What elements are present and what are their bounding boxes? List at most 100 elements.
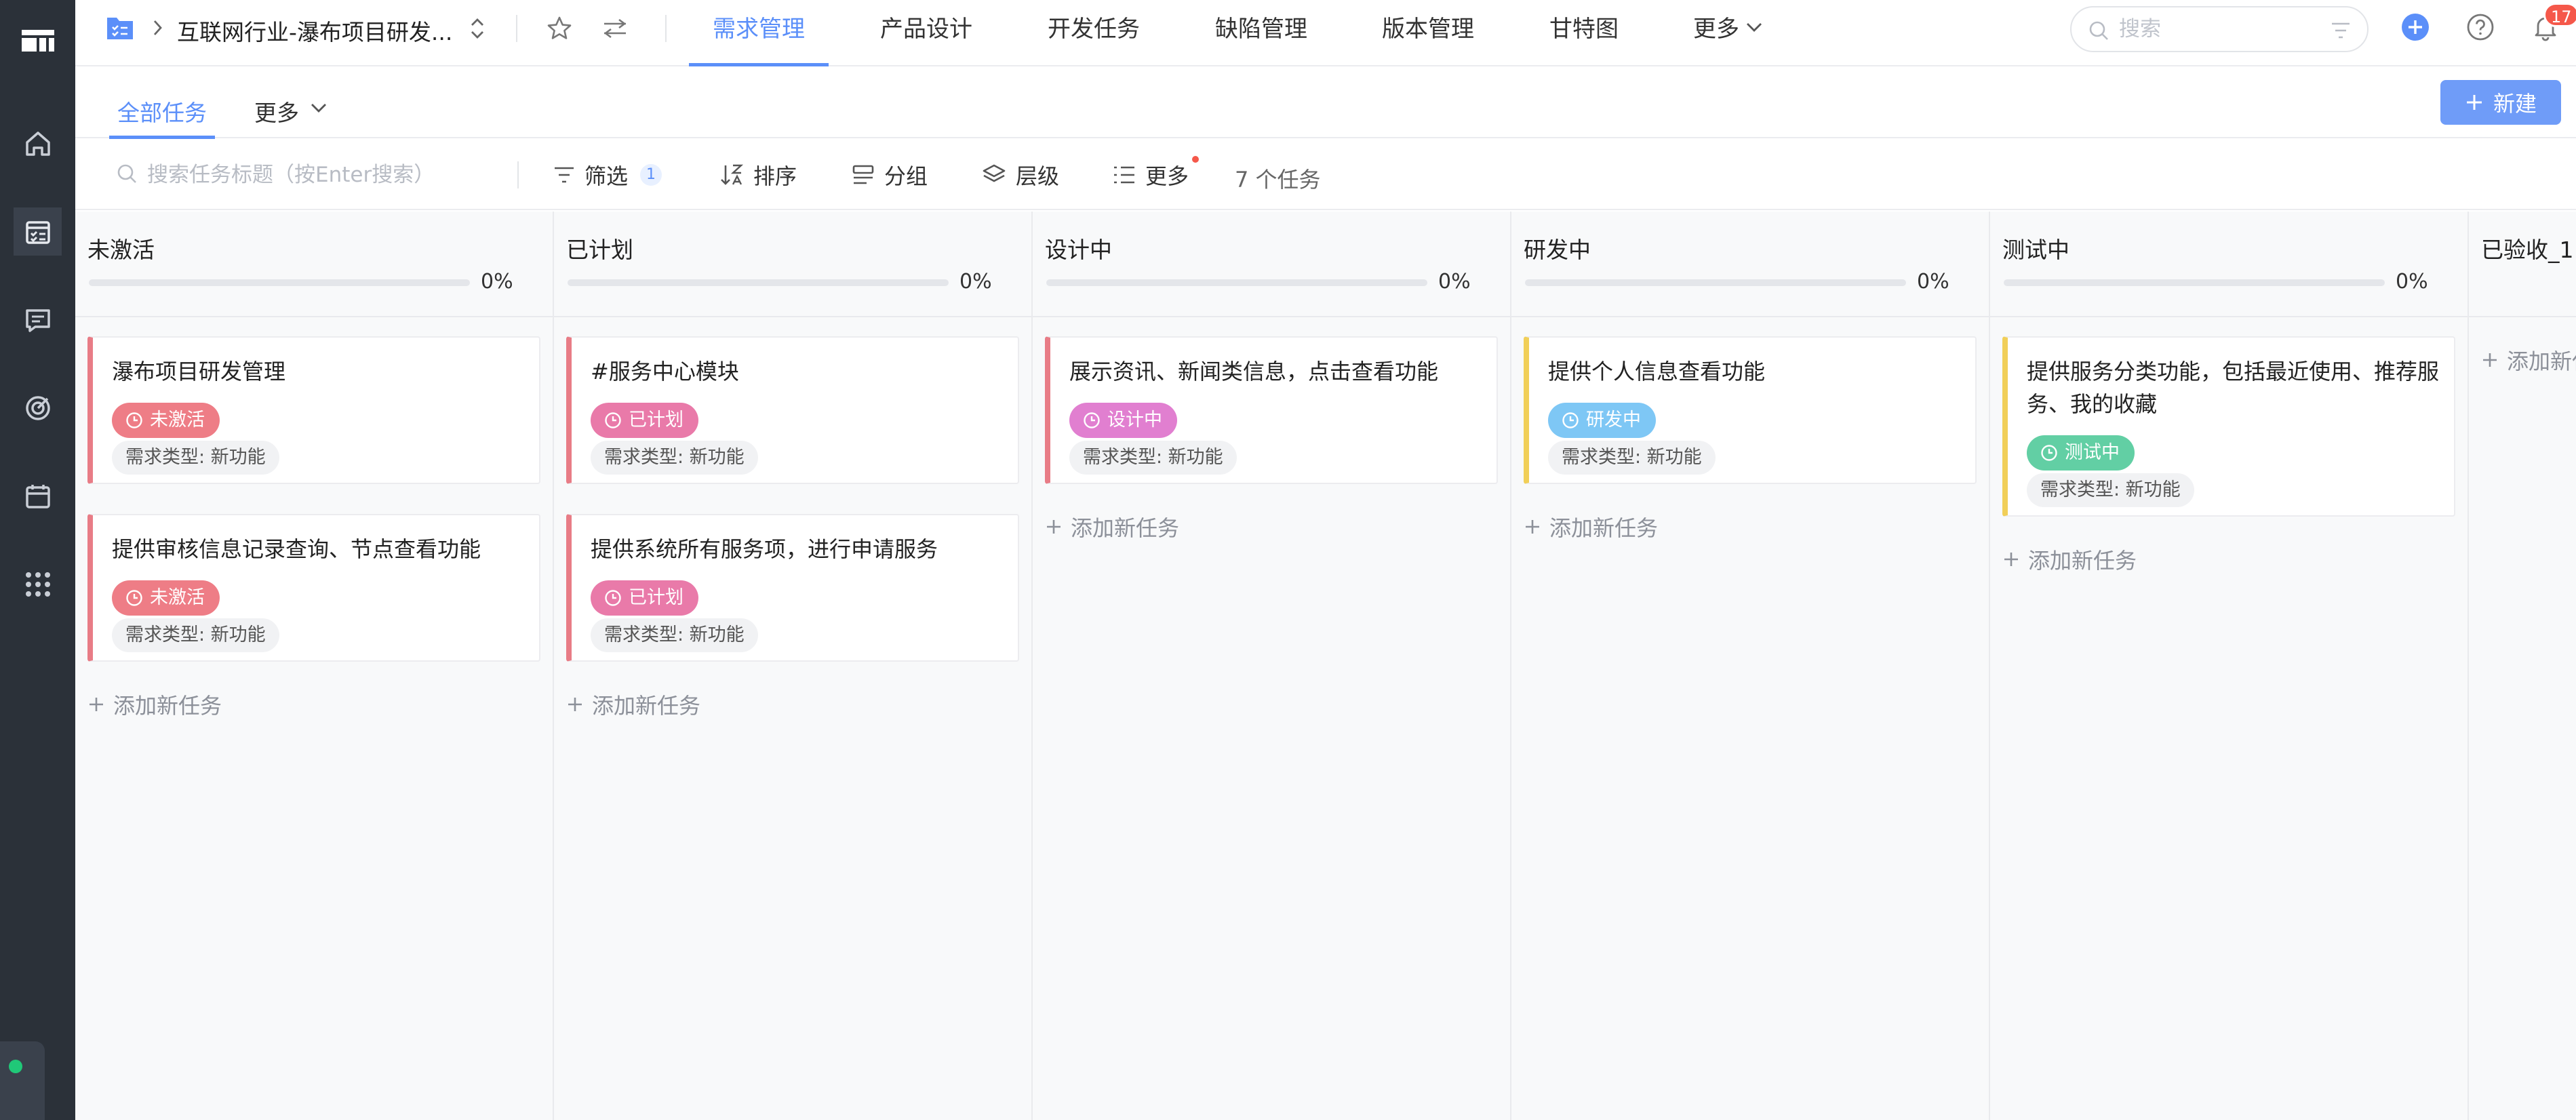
status-badge[interactable]: 研发中: [1548, 403, 1656, 438]
group-label: 分组: [884, 163, 928, 189]
level-button[interactable]: 层级: [982, 140, 1059, 210]
header-divider: [516, 15, 517, 42]
tasks-icon[interactable]: [14, 207, 62, 256]
plus-icon: [87, 696, 105, 713]
column-header: 已计划 0%: [554, 212, 1031, 317]
favorite-star-icon[interactable]: [546, 15, 573, 42]
home-icon[interactable]: [14, 119, 62, 167]
status-label: 设计中: [1107, 409, 1162, 431]
message-icon[interactable]: [14, 296, 62, 344]
column-title: 设计中: [1045, 237, 1112, 263]
calendar-icon[interactable]: [14, 472, 62, 520]
app-logo-icon[interactable]: [14, 16, 62, 64]
board-column: 已计划 0% #服务中心模块 已计划 需求类型: 新功能 提供系统所有服务项，进行申请服务…: [554, 212, 1033, 1120]
filter-icon[interactable]: [2331, 21, 2351, 40]
project-settings-icon[interactable]: [601, 15, 629, 42]
chevron-down-icon[interactable]: [1745, 20, 1764, 34]
tab-more-views[interactable]: 更多: [254, 95, 299, 127]
task-title[interactable]: 提供系统所有服务项，进行申请服务: [591, 533, 1004, 565]
nav-tab-more[interactable]: 更多: [1693, 0, 1739, 66]
board-column: 测试中 0% 提供服务分类功能，包括最近使用、推荐服务、我的收藏 测试中 需求类型: 新…: [1990, 212, 2469, 1120]
search-icon: [116, 163, 138, 184]
add-task-button[interactable]: 添加新任务: [2481, 344, 2576, 376]
task-title[interactable]: 提供服务分类功能，包括最近使用、推荐服务、我的收藏: [2027, 355, 2440, 420]
task-card[interactable]: 提供系统所有服务项，进行申请服务 已计划 需求类型: 新功能: [566, 514, 1019, 662]
column-header: 测试中 0%: [1990, 212, 2468, 317]
add-task-label: 添加新任务: [2028, 548, 2137, 574]
add-circle-icon[interactable]: [2401, 13, 2430, 41]
column-progress-bar: [568, 279, 949, 286]
column-progress-bar: [2004, 279, 2385, 286]
status-badge[interactable]: 测试中: [2027, 435, 2135, 471]
task-search-input[interactable]: [147, 159, 500, 191]
column-progress-percent: 0%: [959, 270, 992, 294]
status-label: 已计划: [629, 409, 683, 431]
task-title[interactable]: 瀑布项目研发管理: [112, 355, 526, 388]
column-progress-bar: [1046, 279, 1427, 286]
add-task-label: 添加新任务: [113, 693, 222, 719]
help-icon[interactable]: [2466, 13, 2495, 41]
new-button-label: 新建: [2493, 91, 2537, 117]
status-badge[interactable]: 未激活: [112, 580, 220, 616]
chevron-down-icon[interactable]: [309, 101, 328, 115]
task-card[interactable]: 展示资讯、新闻类信息，点击查看功能 设计中 需求类型: 新功能: [1045, 336, 1498, 484]
more-indicator-dot: [1192, 156, 1199, 163]
more-options-button[interactable]: 更多: [1113, 140, 1189, 210]
apps-grid-icon[interactable]: [14, 560, 62, 608]
clock-icon: [1083, 412, 1101, 429]
nav-tab-versions[interactable]: 版本管理: [1382, 0, 1474, 66]
tab-all-tasks[interactable]: 全部任务: [109, 95, 215, 139]
task-card[interactable]: #服务中心模块 已计划 需求类型: 新功能: [566, 336, 1019, 484]
add-task-button[interactable]: 添加新任务: [566, 689, 700, 720]
plus-icon: [1045, 518, 1063, 536]
sort-button[interactable]: 排序: [719, 140, 797, 210]
top-header: 互联网行业-瀑布项目研发... 需求管理 产品设计 开发任务 缺陷管理 版本管理…: [75, 0, 2576, 66]
nav-tab-product-design[interactable]: 产品设计: [880, 0, 972, 66]
filter-button[interactable]: 筛选 1: [553, 140, 662, 210]
status-label: 已计划: [629, 587, 683, 608]
global-search-input[interactable]: [2119, 14, 2322, 44]
nav-tab-requirements[interactable]: 需求管理: [689, 0, 829, 66]
task-card[interactable]: 瀑布项目研发管理 未激活 需求类型: 新功能: [87, 336, 540, 484]
nav-tab-gantt[interactable]: 甘特图: [1549, 0, 1619, 66]
task-title[interactable]: #服务中心模块: [591, 355, 1004, 388]
nav-tab-defects[interactable]: 缺陷管理: [1215, 0, 1307, 66]
task-card[interactable]: 提供审核信息记录查询、节点查看功能 未激活 需求类型: 新功能: [87, 514, 540, 662]
project-switch-icon[interactable]: [469, 15, 486, 42]
add-task-button[interactable]: 添加新任务: [2002, 544, 2137, 575]
new-task-button[interactable]: 新建: [2440, 80, 2561, 125]
level-label: 层级: [1016, 163, 1060, 189]
global-search-box[interactable]: [2070, 6, 2369, 52]
add-task-button[interactable]: 添加新任务: [1524, 511, 1658, 542]
status-badge[interactable]: 未激活: [112, 403, 220, 438]
clock-icon: [604, 412, 622, 429]
task-card[interactable]: 提供个人信息查看功能 研发中 需求类型: 新功能: [1524, 336, 1977, 484]
filter-icon: [553, 165, 575, 184]
status-badge[interactable]: 已计划: [591, 580, 698, 616]
plus-icon: [2465, 93, 2484, 112]
requirement-type-tag: 需求类型: 新功能: [1548, 441, 1716, 475]
add-task-button[interactable]: 添加新任务: [1045, 511, 1179, 542]
status-badge[interactable]: 设计中: [1069, 403, 1177, 438]
more-options-label: 更多: [1145, 163, 1189, 189]
task-title[interactable]: 展示资讯、新闻类信息，点击查看功能: [1069, 355, 1483, 388]
column-title: 未激活: [87, 237, 155, 263]
board-column: 设计中 0% 展示资讯、新闻类信息，点击查看功能 设计中 需求类型: 新功能 添加新任务: [1033, 212, 1511, 1120]
column-title: 测试中: [2002, 237, 2069, 263]
board-toolbar: 筛选 1 排序 分组 层级 更多 7 个任务: [75, 140, 2576, 210]
clock-icon: [125, 412, 143, 429]
task-card[interactable]: 提供服务分类功能，包括最近使用、推荐服务、我的收藏测试中 需求类型: 新功能: [2002, 336, 2455, 517]
task-title[interactable]: 提供审核信息记录查询、节点查看功能: [112, 533, 526, 565]
group-button[interactable]: 分组: [852, 140, 928, 210]
nav-tab-dev-tasks[interactable]: 开发任务: [1048, 0, 1140, 66]
target-icon[interactable]: [14, 384, 62, 432]
column-title: 已计划: [566, 237, 633, 263]
task-title[interactable]: 提供个人信息查看功能: [1548, 355, 1962, 388]
status-badge[interactable]: 已计划: [591, 403, 698, 438]
project-name[interactable]: 互联网行业-瀑布项目研发...: [177, 14, 452, 47]
clock-icon: [125, 589, 143, 607]
search-icon: [2088, 20, 2109, 41]
add-task-button[interactable]: 添加新任务: [87, 689, 222, 720]
requirement-type-tag: 需求类型: 新功能: [2027, 473, 2194, 507]
sort-icon: [719, 163, 744, 186]
